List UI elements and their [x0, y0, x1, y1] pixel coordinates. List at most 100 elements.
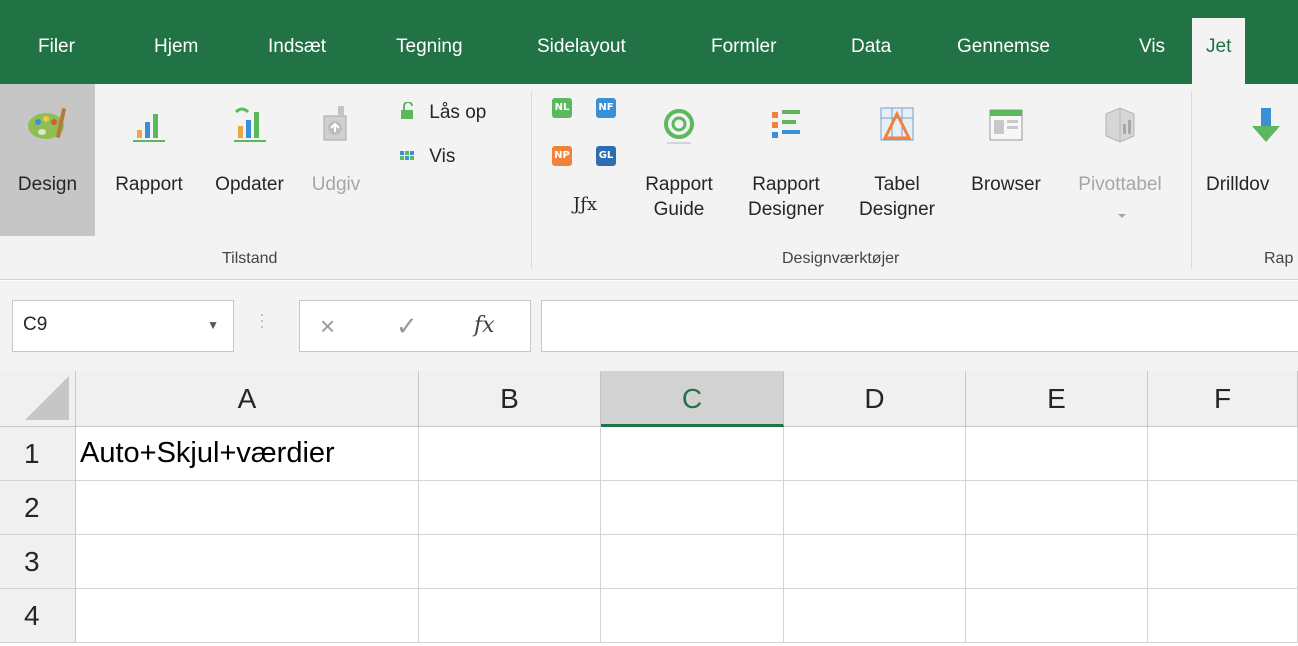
- tab-vis[interactable]: Vis: [1139, 36, 1165, 58]
- rapport-button[interactable]: Rapport: [101, 84, 197, 236]
- tab-hjem[interactable]: Hjem: [154, 36, 198, 58]
- name-box-dropdown-icon[interactable]: ▼: [207, 318, 219, 332]
- column-header-a[interactable]: A: [76, 371, 419, 427]
- cell-a1-value: Auto+Skjul+værdier: [80, 437, 335, 469]
- nf-button[interactable]: NF: [596, 98, 616, 118]
- tabel-designer-label-line2: Designer: [858, 199, 936, 220]
- gl-button[interactable]: GL: [596, 146, 616, 166]
- table-designer-icon: [880, 107, 914, 141]
- cell-a2[interactable]: [76, 481, 419, 535]
- resize-handle-icon[interactable]: · · ·: [259, 305, 265, 335]
- enter-icon[interactable]: ✓: [396, 311, 418, 342]
- laas-op-label: Lås op: [429, 102, 487, 123]
- nl-button[interactable]: NL: [552, 98, 572, 118]
- column-header-e[interactable]: E: [966, 371, 1148, 427]
- name-box[interactable]: C9 ▼: [12, 300, 234, 352]
- report-designer-icon: [772, 110, 800, 138]
- opdater-label: Opdater: [215, 174, 284, 195]
- rapport-guide-label: Rapport Guide: [634, 172, 724, 222]
- rap-group-label: Rap: [1264, 250, 1294, 267]
- insert-function-icon[interactable]: fx: [474, 313, 495, 338]
- row-header-1[interactable]: 1: [0, 427, 76, 481]
- browser-button[interactable]: Browser: [958, 84, 1054, 236]
- tab-formler[interactable]: Formler: [711, 36, 776, 58]
- cell-e2[interactable]: [966, 481, 1148, 535]
- row-header-2[interactable]: 2: [0, 481, 76, 535]
- browser-label: Browser: [971, 174, 1041, 195]
- cell-f2[interactable]: [1148, 481, 1298, 535]
- tab-data[interactable]: Data: [851, 36, 891, 58]
- tabel-designer-button[interactable]: Tabel Designer: [842, 84, 952, 236]
- ribbon: Design Rapport Opdater Udgiv Lås op Vis …: [0, 84, 1298, 280]
- cell-c3[interactable]: [601, 535, 784, 589]
- cell-d4[interactable]: [784, 589, 966, 643]
- udgiv-button[interactable]: Udgiv: [304, 84, 368, 236]
- tab-tegning[interactable]: Tegning: [396, 36, 463, 58]
- cell-b4[interactable]: [419, 589, 601, 643]
- opdater-button[interactable]: Opdater: [199, 84, 300, 236]
- column-header-b[interactable]: B: [419, 371, 601, 427]
- group-separator: [531, 92, 532, 268]
- vis-label: Vis: [429, 146, 456, 167]
- column-header-d[interactable]: D: [784, 371, 966, 427]
- rapport-label: Rapport: [115, 174, 183, 195]
- tab-gennemse[interactable]: Gennemse: [957, 36, 1050, 58]
- cell-a3[interactable]: [76, 535, 419, 589]
- tab-filer[interactable]: Filer: [38, 36, 75, 58]
- cell-b1[interactable]: [419, 427, 601, 481]
- drilldown-label: Drilldov: [1206, 174, 1270, 195]
- formula-buttons: × ✓ fx: [299, 300, 531, 352]
- tab-sidelayout[interactable]: Sidelayout: [537, 36, 626, 58]
- unlock-icon: [400, 101, 416, 119]
- rapport-designer-button[interactable]: Rapport Designer: [738, 84, 834, 236]
- drilldown-button[interactable]: Drilldov: [1200, 84, 1298, 236]
- pivot-cube-icon: [1105, 107, 1135, 143]
- cell-f4[interactable]: [1148, 589, 1298, 643]
- spreadsheet-grid: A B C D E F 1 2 3 4 Auto+Skjul+værdier: [0, 371, 1298, 646]
- jfx-button[interactable]: Jƒx: [573, 194, 597, 215]
- pivottabel-label: Pivottabel: [1078, 174, 1162, 195]
- rapport-designer-label-line2: Designer: [747, 199, 825, 220]
- pivottabel-button[interactable]: Pivottabel: [1062, 84, 1178, 236]
- select-all-corner[interactable]: [0, 371, 76, 427]
- column-header-c[interactable]: C: [601, 371, 784, 427]
- cell-d1[interactable]: [784, 427, 966, 481]
- tabel-designer-label: Tabel Designer: [842, 172, 952, 222]
- cancel-icon[interactable]: ×: [320, 311, 335, 342]
- cell-c1[interactable]: [601, 427, 784, 481]
- tab-jet[interactable]: Jet: [1192, 18, 1246, 84]
- pivottabel-dropdown-arrow[interactable]: [1118, 214, 1126, 218]
- cell-b3[interactable]: [419, 535, 601, 589]
- laas-op-button[interactable]: Lås op: [400, 100, 486, 124]
- cell-f1[interactable]: [1148, 427, 1298, 481]
- tabel-designer-label-line1: Tabel: [874, 174, 920, 195]
- name-box-value: C9: [23, 314, 48, 335]
- rapport-guide-button[interactable]: Rapport Guide: [634, 84, 724, 236]
- rapport-designer-label: Rapport Designer: [738, 172, 834, 222]
- cell-e3[interactable]: [966, 535, 1148, 589]
- column-header-f[interactable]: F: [1148, 371, 1298, 427]
- row-header-3[interactable]: 3: [0, 535, 76, 589]
- bar-chart-icon: [133, 114, 165, 142]
- row-header-4[interactable]: 4: [0, 589, 76, 643]
- vis-button[interactable]: Vis: [400, 146, 455, 168]
- cell-c4[interactable]: [601, 589, 784, 643]
- arrow-down-icon: [1252, 108, 1280, 142]
- spiral-icon: [664, 109, 694, 144]
- cell-e1[interactable]: [966, 427, 1148, 481]
- cell-e4[interactable]: [966, 589, 1148, 643]
- browser-window-icon: [989, 109, 1023, 141]
- cell-d2[interactable]: [784, 481, 966, 535]
- formula-input[interactable]: [541, 300, 1298, 352]
- design-label: Design: [17, 174, 78, 195]
- cell-d3[interactable]: [784, 535, 966, 589]
- np-button[interactable]: NP: [552, 146, 572, 166]
- cell-f3[interactable]: [1148, 535, 1298, 589]
- cell-a4[interactable]: [76, 589, 419, 643]
- rapport-guide-label-line2: Guide: [653, 199, 705, 220]
- tab-indsaet[interactable]: Indsæt: [268, 36, 326, 58]
- cell-b2[interactable]: [419, 481, 601, 535]
- cell-c2[interactable]: [601, 481, 784, 535]
- design-button[interactable]: Design: [0, 84, 95, 236]
- group-separator: [1191, 92, 1192, 268]
